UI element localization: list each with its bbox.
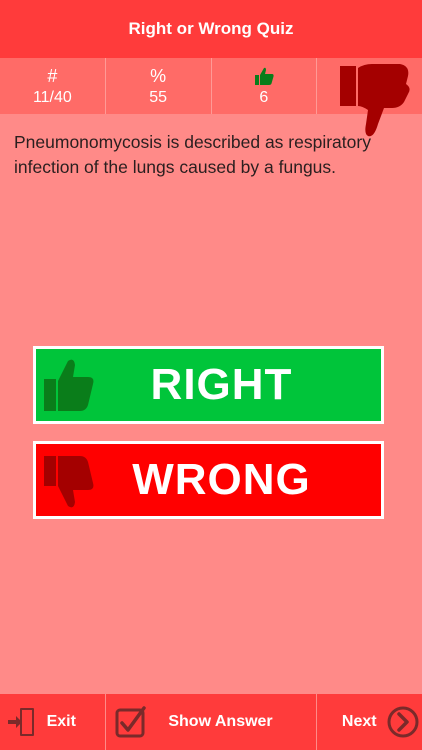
next-button[interactable]: Next (317, 694, 422, 750)
stat-correct: 6 (212, 58, 318, 114)
right-button-label: RIGHT (150, 360, 293, 409)
exit-icon (8, 708, 34, 736)
wrong-button[interactable]: WRONG (33, 441, 384, 519)
chevron-right-circle-icon (387, 706, 419, 738)
exit-button-label: Exit (46, 713, 76, 730)
stat-percent: % 55 (106, 58, 212, 114)
percent-icon: % (150, 65, 167, 86)
question-text: Pneumonomycosis is described as respirat… (14, 132, 371, 177)
hash-icon: # (47, 65, 58, 86)
exit-button[interactable]: Exit (0, 694, 106, 750)
next-button-label: Next (341, 713, 377, 730)
thumbs-down-icon (340, 64, 410, 137)
stat-correct-value: 6 (259, 89, 269, 106)
footer-bar: Exit Show Answer Next (0, 694, 422, 750)
checkbox-icon (115, 706, 146, 738)
thumbs-up-icon (253, 65, 275, 87)
stat-question-count: # 11/40 (0, 58, 106, 114)
show-answer-button-label: Show Answer (168, 713, 273, 730)
wrong-button-label: WRONG (132, 455, 311, 504)
stat-percent-value: 55 (149, 89, 168, 106)
stat-question-count-value: 11/40 (32, 89, 72, 106)
page-title: Right or Wrong Quiz (128, 19, 294, 38)
right-button[interactable]: RIGHT (33, 346, 384, 424)
show-answer-button[interactable]: Show Answer (106, 694, 317, 750)
app-header: Right or Wrong Quiz (0, 0, 422, 58)
